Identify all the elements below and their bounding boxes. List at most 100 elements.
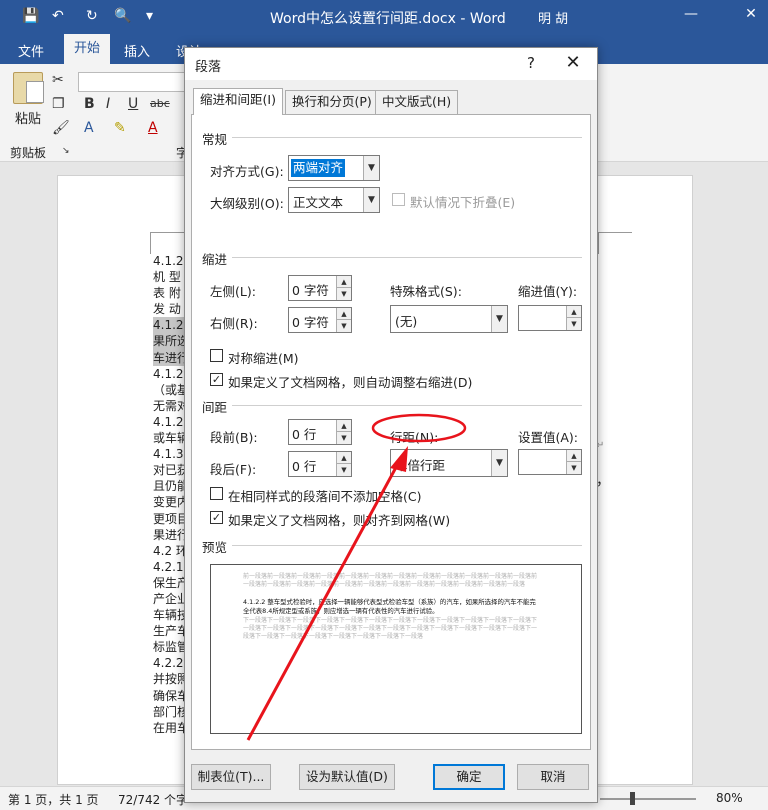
customize-icon[interactable]: ▾ [146, 8, 153, 24]
italic-button[interactable]: I [106, 96, 110, 112]
indent-right-value: 0 字符 [292, 315, 329, 330]
spin-up-icon[interactable]: ▲ [336, 420, 351, 432]
tab-asian-typography[interactable]: 中文版式(H) [375, 90, 459, 114]
tab-line-and-page-breaks[interactable]: 换行和分页(P) [285, 90, 379, 114]
indent-left-value: 0 字符 [292, 283, 329, 298]
spin-down-icon[interactable]: ▼ [336, 464, 351, 476]
dialog-launcher-icon[interactable]: ↘ [62, 146, 70, 156]
outline-level-value: 正文文本 [293, 195, 344, 210]
user-name[interactable]: 明 胡 [538, 8, 568, 27]
spin-up-icon[interactable]: ▲ [336, 308, 351, 320]
collapse-label: 默认情况下折叠(E) [410, 195, 516, 210]
spin-down-icon[interactable]: ▼ [336, 320, 351, 332]
spacing-before-spinner[interactable]: 0 行 ▲ ▼ [288, 419, 352, 445]
strikethrough-button[interactable]: abc [150, 97, 170, 110]
outline-level-label: 大纲级别(O): [210, 196, 284, 211]
zoom-level[interactable]: 80% [716, 791, 743, 805]
underline-button[interactable]: U [128, 96, 138, 112]
mirror-indents-checkbox[interactable] [210, 349, 223, 362]
snap-to-grid-checkbox[interactable]: ✓ [210, 511, 223, 524]
spacing-at-spinner[interactable]: ▲ ▼ [518, 449, 582, 475]
font-name-box[interactable] [78, 72, 188, 92]
tab-home[interactable]: 开始 [64, 34, 110, 64]
print-preview-icon[interactable]: 🔍 [114, 8, 131, 24]
minimize-icon[interactable]: — [676, 6, 706, 22]
special-indent-label: 特殊格式(S): [390, 284, 462, 299]
spin-up-icon[interactable]: ▲ [336, 276, 351, 288]
snap-to-grid-label: 如果定义了文档网格，则对齐到网格(W) [228, 513, 451, 528]
preview-sample-paragraph: 4.1.2.2 整车型式检验时，应选择一辆能够代表型式检验车型（系族）的汽车，如… [243, 598, 536, 615]
format-painter-icon[interactable]: 🖌 [52, 120, 70, 136]
collapse-checkbox[interactable] [392, 193, 405, 206]
chevron-down-icon[interactable]: ▼ [363, 156, 379, 180]
save-icon[interactable]: 💾 [22, 8, 39, 24]
section-general: 常规 [202, 132, 228, 147]
tab-indents-and-spacing[interactable]: 缩进和间距(I) [193, 88, 283, 115]
chevron-down-icon[interactable]: ▼ [363, 188, 379, 212]
chevron-down-icon[interactable]: ▼ [491, 306, 507, 332]
document-text-fragment: ， [596, 473, 610, 489]
paragraph-preview: 前一段落前一段落前一段落前一段落前一段落前一段落前一段落前一段落前一段落前一段落… [210, 564, 582, 734]
spacing-after-value: 0 行 [292, 459, 317, 474]
special-indent-select[interactable]: (无) ▼ [390, 305, 508, 333]
tab-insert[interactable]: 插入 [124, 41, 150, 60]
outline-level-select[interactable]: 正文文本 ▼ [288, 187, 380, 213]
window-close-icon[interactable]: ✕ [736, 6, 766, 22]
section-indentation: 缩进 [202, 252, 228, 267]
chevron-down-icon[interactable]: ▼ [491, 450, 507, 476]
spin-down-icon[interactable]: ▼ [566, 318, 581, 330]
indent-left-spinner[interactable]: 0 字符 ▲ ▼ [288, 275, 352, 301]
no-space-same-style-checkbox[interactable] [210, 487, 223, 500]
spin-down-icon[interactable]: ▼ [336, 432, 351, 444]
section-divider [232, 137, 582, 138]
dialog-title-bar[interactable]: 段落 ? ✕ [185, 48, 597, 80]
spin-down-icon[interactable]: ▼ [336, 288, 351, 300]
spacing-after-spinner[interactable]: 0 行 ▲ ▼ [288, 451, 352, 477]
close-icon[interactable]: ✕ [561, 52, 585, 73]
alignment-label: 对齐方式(G): [210, 164, 284, 179]
mirror-indents-label: 对称缩进(M) [228, 351, 299, 366]
help-icon[interactable]: ? [521, 54, 541, 72]
cancel-button[interactable]: 取消 [517, 764, 589, 790]
special-indent-value: (无) [395, 314, 418, 329]
page-count[interactable]: 第 1 页，共 1 页 [8, 791, 99, 808]
spin-up-icon[interactable]: ▲ [566, 306, 581, 318]
indent-right-label: 右侧(R): [210, 316, 258, 331]
bold-button[interactable]: B [84, 96, 95, 112]
set-as-default-button[interactable]: 设为默认值(D) [299, 764, 395, 790]
tabs-button[interactable]: 制表位(T)... [191, 764, 271, 790]
paragraph-dialog: 段落 ? ✕ 缩进和间距(I) 换行和分页(P) 中文版式(H) 常规 对齐方式… [184, 47, 598, 803]
section-spacing: 间距 [202, 400, 228, 415]
margin-mark [598, 232, 599, 254]
margin-mark [150, 232, 184, 233]
indent-by-spinner[interactable]: ▲ ▼ [518, 305, 582, 331]
auto-adjust-indent-checkbox[interactable]: ✓ [210, 373, 223, 386]
paste-button[interactable]: 粘贴 [8, 72, 48, 127]
zoom-slider[interactable] [600, 798, 696, 800]
section-divider [232, 257, 582, 258]
spin-up-icon[interactable]: ▲ [336, 452, 351, 464]
word-count[interactable]: 72/742 个字 [118, 791, 188, 808]
font-color-icon[interactable]: A [148, 120, 158, 136]
text-effects-icon[interactable]: A [84, 120, 94, 136]
line-spacing-label: 行距(N): [390, 430, 439, 445]
ok-button[interactable]: 确定 [433, 764, 505, 790]
title-bar: 💾 ↶ ↻ 🔍 ▾ Word中怎么设置行间距.docx - Word 明 胡 —… [0, 0, 768, 34]
line-spacing-select[interactable]: 单倍行距 ▼ [390, 449, 508, 477]
spin-down-icon[interactable]: ▼ [566, 462, 581, 474]
no-space-same-style-label: 在相同样式的段落间不添加空格(C) [228, 489, 422, 504]
tab-file[interactable]: 文件 [18, 41, 44, 60]
zoom-slider-thumb[interactable] [630, 792, 635, 805]
undo-icon[interactable]: ↶ [52, 8, 64, 24]
indent-right-spinner[interactable]: 0 字符 ▲ ▼ [288, 307, 352, 333]
alignment-select[interactable]: 两端对齐 ▼ [288, 155, 380, 181]
redo-icon[interactable]: ↻ [86, 8, 98, 24]
margin-mark [598, 232, 632, 233]
alignment-value: 两端对齐 [291, 159, 346, 177]
section-divider [232, 405, 582, 406]
auto-adjust-indent-label: 如果定义了文档网格，则自动调整右缩进(D) [228, 375, 473, 390]
highlight-icon[interactable]: ✎ [114, 120, 126, 136]
cut-icon[interactable]: ✂ [52, 72, 64, 88]
copy-icon[interactable]: ❐ [52, 96, 65, 112]
spin-up-icon[interactable]: ▲ [566, 450, 581, 462]
